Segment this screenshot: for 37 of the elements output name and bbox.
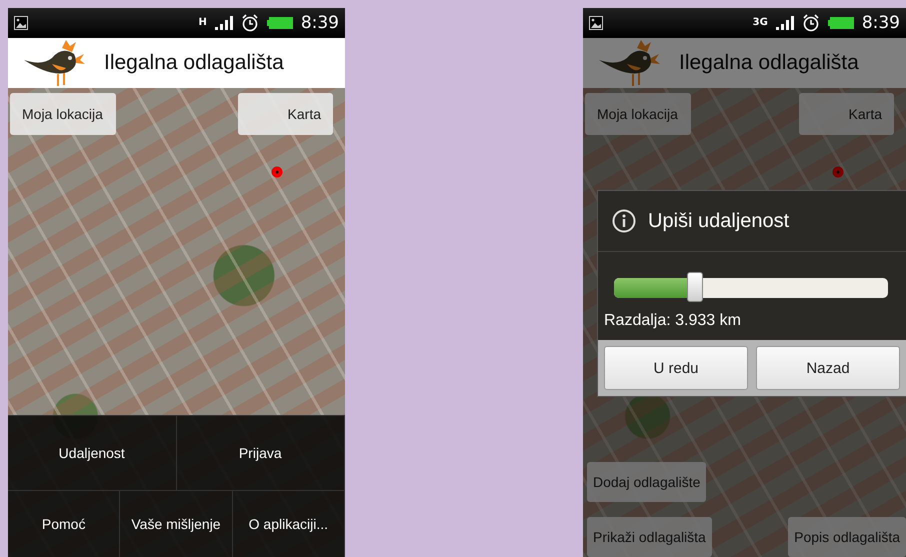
dialog-button[interactable]: U redu [604, 346, 748, 390]
map-button[interactable]: Karta [238, 93, 333, 135]
clock-time: 8:39 [300, 13, 339, 33]
info-icon [612, 209, 636, 233]
bird-logo-icon [597, 40, 661, 86]
app-title: Ilegalna odlagališta [104, 51, 284, 75]
dialog-title: Upiši udaljenost [648, 210, 790, 232]
menu-item[interactable]: Pomoć [8, 490, 120, 557]
alarm-clock-icon [802, 14, 820, 32]
map-button[interactable]: Popis odlagališta [788, 517, 906, 557]
map-button[interactable]: Moja lokacija [10, 93, 116, 135]
map-button[interactable]: Karta [799, 93, 894, 135]
menu-item[interactable]: Prijava [176, 415, 345, 490]
bird-logo-icon [22, 40, 86, 86]
signal-icon [214, 16, 233, 30]
clock-time: 8:39 [862, 13, 900, 33]
network-type: H [198, 18, 207, 28]
network-type: 3G [752, 18, 768, 28]
battery-icon [828, 17, 854, 29]
picture-icon [589, 16, 603, 30]
battery-icon [266, 17, 293, 29]
app-title: Ilegalna odlagališta [679, 51, 859, 75]
distance-reading: Razdalja: 3.933 km [603, 312, 742, 331]
signal-icon [776, 16, 794, 30]
alarm-clock-icon [240, 14, 259, 32]
slider-thumb[interactable] [686, 272, 703, 302]
menu-item[interactable]: O aplikaciji... [232, 490, 345, 557]
picture-icon [14, 16, 28, 30]
map-button[interactable]: Prikaži odlagališta [587, 517, 712, 557]
menu-item[interactable]: Vaše mišljenje [120, 490, 233, 557]
menu-item[interactable]: Udaljenost [8, 415, 176, 490]
dialog-button[interactable]: Nazad [756, 346, 900, 390]
location-pin-icon [271, 166, 283, 178]
location-pin-icon [832, 166, 844, 178]
map-button[interactable]: Dodaj odlagalište [587, 462, 706, 502]
map-button[interactable]: Moja lokacija [585, 93, 691, 135]
satellite-map[interactable]: Moja lokacija Karta Udaljenost Prijava Pomoć Vaše mišljenje O aplikaciji... [8, 88, 345, 557]
